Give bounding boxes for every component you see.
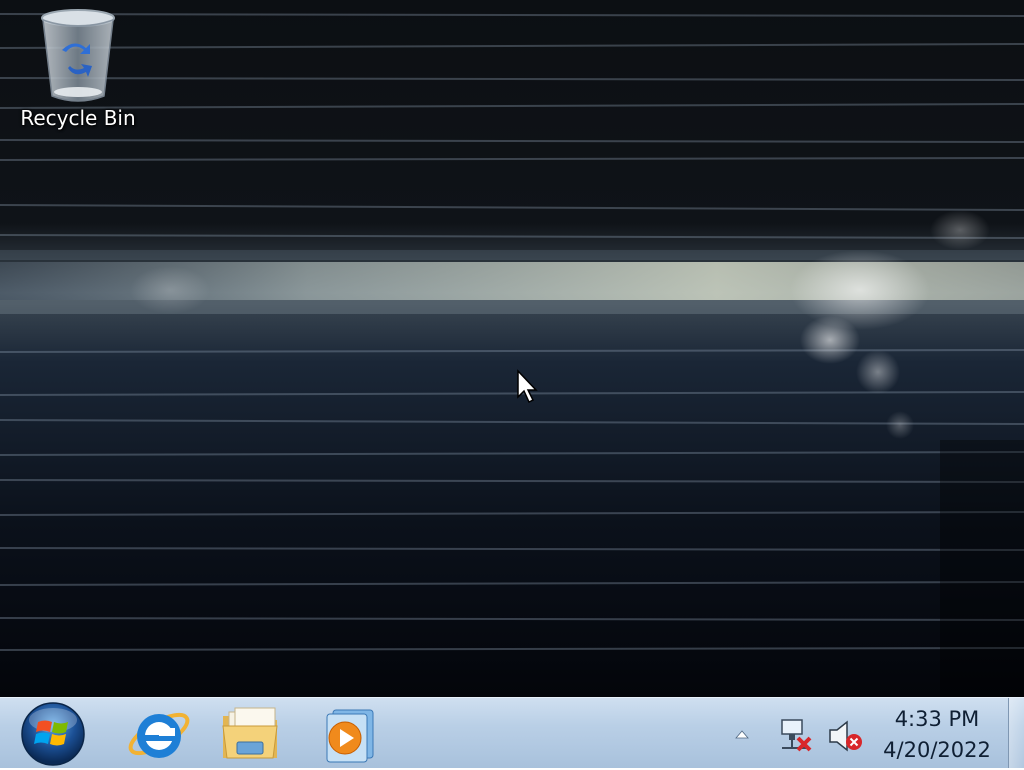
taskbar-windows-explorer[interactable] [208,700,292,766]
network-disconnected-icon[interactable] [776,716,816,756]
windows-logo-icon [21,702,85,766]
taskbar: 4:33 PM 4/20/2022 [0,697,1024,768]
clock-date: 4/20/2022 [883,738,991,762]
desktop[interactable]: Recycle Bin [0,0,1024,697]
taskbar-internet-explorer[interactable] [116,700,200,766]
show-hidden-icons-chevron[interactable] [732,724,752,744]
windows-explorer-icon [222,707,278,759]
desktop-wallpaper [0,0,1024,697]
show-desktop-button[interactable] [1008,698,1024,768]
mouse-pointer-icon [517,369,538,404]
taskbar-media-player[interactable] [300,700,384,766]
start-button[interactable] [16,700,90,766]
clock-time: 4:33 PM [894,707,980,731]
media-player-icon [326,709,374,763]
recycle-bin-icon [41,9,115,102]
volume-muted-icon[interactable] [826,716,866,756]
desktop-icon-label: Recycle Bin [20,106,136,130]
taskbar-clock[interactable]: 4:33 PM 4/20/2022 [872,704,1002,766]
internet-explorer-icon [128,712,190,758]
desktop-icon-recycle-bin[interactable]: Recycle Bin [12,4,144,142]
